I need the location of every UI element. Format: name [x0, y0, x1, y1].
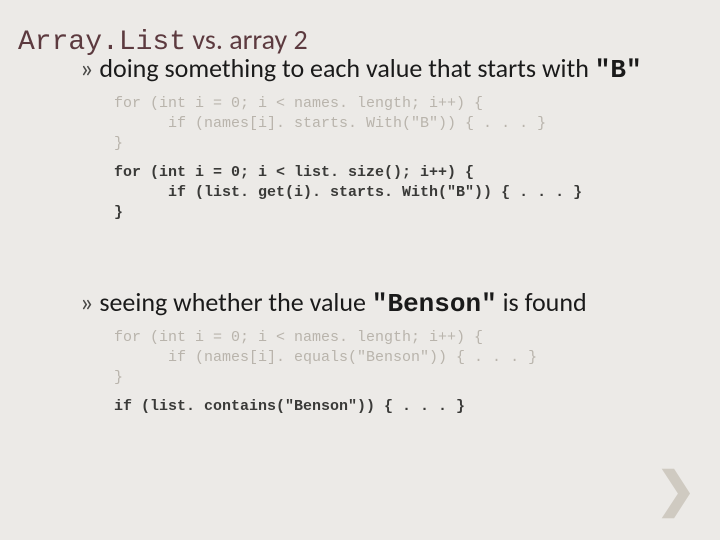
- code-arraylist-contains: if (list. contains("Benson")) { . . . }: [114, 397, 710, 417]
- bullet-marker-icon: »: [80, 286, 93, 318]
- bullet-1-literal: "B": [595, 55, 642, 85]
- code-array-equals: for (int i = 0; i < names. length; i++) …: [114, 328, 710, 389]
- next-slide-icon[interactable]: ❯: [656, 462, 696, 518]
- bullet-2-text-post: is found: [497, 286, 587, 318]
- bullet-marker-icon: »: [80, 52, 93, 84]
- bullet-2-text-pre: seeing whether the value: [99, 286, 372, 318]
- slide: Array.List vs. array 2 »doing something …: [0, 0, 720, 540]
- code-array-startswith: for (int i = 0; i < names. length; i++) …: [114, 94, 690, 155]
- section-contains-benson: »seeing whether the value "Benson" is fo…: [80, 288, 710, 417]
- section-starts-with-b: »doing something to each value that star…: [80, 54, 690, 223]
- code-arraylist-startswith: for (int i = 0; i < list. size(); i++) {…: [114, 163, 690, 224]
- bullet-2-literal: "Benson": [372, 289, 497, 319]
- bullet-1-text: doing something to each value that start…: [99, 52, 594, 84]
- bullet-2: »seeing whether the value "Benson" is fo…: [80, 288, 710, 320]
- bullet-1: »doing something to each value that star…: [80, 54, 690, 86]
